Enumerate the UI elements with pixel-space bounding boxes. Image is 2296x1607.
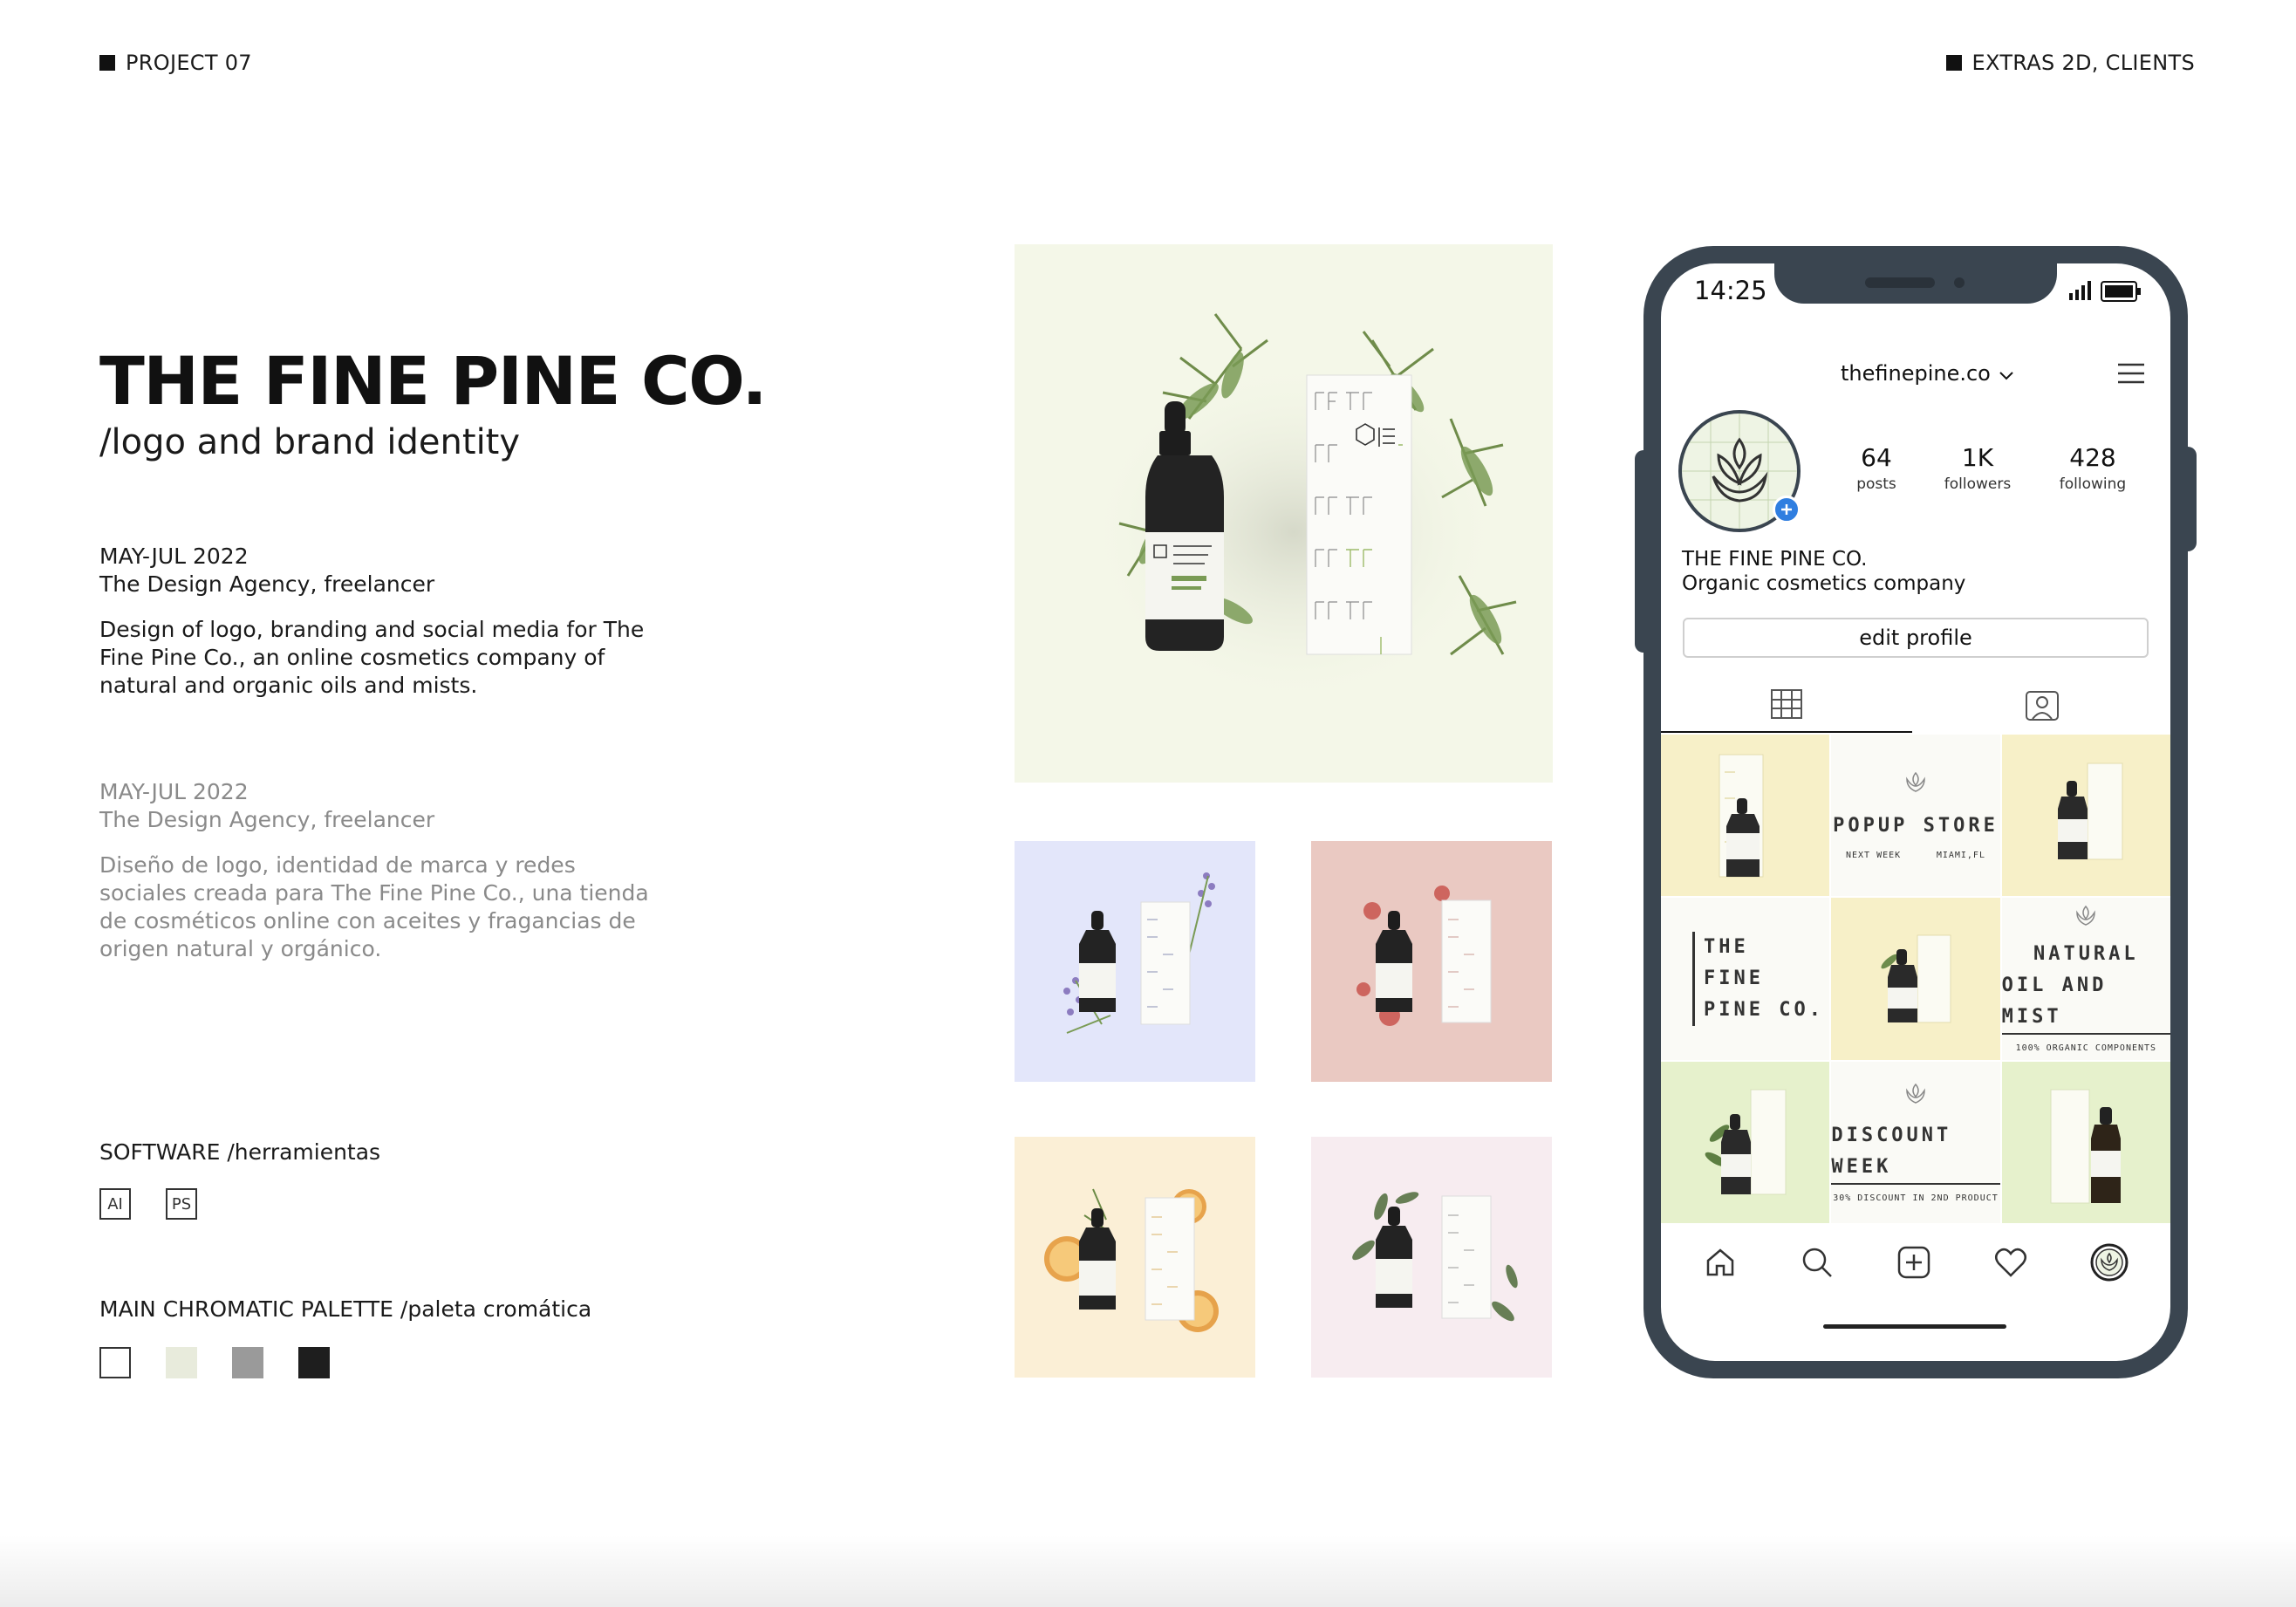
status-bar-time: 14:25 <box>1694 276 1767 305</box>
menu-icon[interactable] <box>2116 361 2146 389</box>
add-story-icon[interactable] <box>1773 496 1801 523</box>
phone-notch <box>1774 262 2057 304</box>
swatch-gray <box>232 1347 263 1378</box>
swatch-black <box>298 1347 330 1378</box>
popup-title: POPUP STORE <box>1833 815 1999 838</box>
swatch-white <box>99 1347 131 1378</box>
stat-posts[interactable]: 64 posts <box>1828 443 1924 493</box>
active-tab-indicator <box>1661 731 1912 733</box>
stat-followers-value: 1K <box>1961 443 1994 472</box>
tagged-tab-icon[interactable] <box>2026 691 2059 724</box>
stat-posts-label: posts <box>1856 475 1896 493</box>
spanish-description-block: MAY-JUL 2022 The Design Agency, freelanc… <box>99 778 658 963</box>
brand-line-3: PINE CO. <box>1704 998 1824 1021</box>
leaf-logo-icon <box>2074 904 2098 932</box>
discount-title: DISCOUNT WEEK <box>1831 1120 2000 1185</box>
leaf-logo-icon <box>1903 1082 1928 1110</box>
spanish-description: Diseño de logo, identidad de marca y red… <box>99 852 649 961</box>
natural-line-2: OIL AND MIST <box>2001 970 2170 1036</box>
heart-icon[interactable] <box>1993 1245 2028 1283</box>
natural-line-1: NATURAL <box>2033 943 2139 966</box>
home-icon[interactable] <box>1703 1245 1738 1283</box>
post-tile[interactable] <box>2001 1061 2170 1223</box>
english-dates: MAY-JUL 2022 <box>99 544 249 569</box>
grid-tab-icon[interactable] <box>1771 689 1802 722</box>
product-photo-orange <box>1015 1137 1255 1378</box>
post-tile[interactable] <box>1661 735 1830 897</box>
stat-following-label: following <box>2059 475 2127 493</box>
profile-handle: thefinepine.co <box>1841 361 1991 386</box>
popup-details: NEXT WEEK MIAMI,FL <box>1846 851 1985 860</box>
product-photo-herbs <box>1311 1137 1552 1378</box>
bottom-nav <box>1661 1234 2170 1295</box>
product-photo-main <box>1015 244 1553 783</box>
english-description-block: MAY-JUL 2022 The Design Agency, freelanc… <box>99 543 658 700</box>
section-label: EXTRAS 2D, CLIENTS <box>1945 51 2195 75</box>
brand-line-2: FINE <box>1704 967 1764 989</box>
stat-following[interactable]: 428 following <box>2045 443 2141 493</box>
profile-tab-avatar-icon[interactable] <box>2090 1243 2129 1285</box>
page-bottom-edge <box>0 1535 2296 1607</box>
add-post-icon[interactable] <box>1896 1245 1931 1283</box>
project-title: THE FINE PINE CO. <box>99 342 768 420</box>
search-icon[interactable] <box>1800 1245 1835 1283</box>
square-bullet-icon <box>99 55 115 71</box>
palette-label: MAIN CHROMATIC PALETTE /paleta cromática <box>99 1296 592 1322</box>
post-tile-brand[interactable]: THE FINE PINE CO. <box>1661 898 1830 1060</box>
post-tile-natural-oil[interactable]: NATURAL OIL AND MIST 100% ORGANIC COMPON… <box>2001 898 2170 1060</box>
home-indicator <box>1823 1324 2006 1329</box>
leaf-logo-icon <box>1903 770 1928 798</box>
brand-line-1: THE <box>1704 935 1749 958</box>
illustrator-badge: AI <box>99 1188 131 1220</box>
bio-name: THE FINE PINE CO. <box>1682 548 1868 571</box>
product-photo-lavender <box>1015 841 1255 1082</box>
project-subtitle: /logo and brand identity <box>99 422 521 462</box>
project-number-label: PROJECT 07 <box>126 51 252 75</box>
spanish-role: The Design Agency, freelancer <box>99 807 435 832</box>
stat-followers-label: followers <box>1944 475 2012 493</box>
color-palette <box>99 1347 330 1378</box>
english-role: The Design Agency, freelancer <box>99 571 435 597</box>
photoshop-badge: PS <box>166 1188 197 1220</box>
natural-subtitle: 100% ORGANIC COMPONENTS <box>2015 1043 2157 1054</box>
post-tile-discount[interactable]: DISCOUNT WEEK 30% DISCOUNT IN 2ND PRODUC… <box>1831 1061 2000 1223</box>
popup-when: NEXT WEEK <box>1845 851 1902 861</box>
english-description: Design of logo, branding and social medi… <box>99 617 645 698</box>
section-label-text: EXTRAS 2D, CLIENTS <box>1971 51 2195 75</box>
post-tile[interactable] <box>2001 735 2170 897</box>
project-number: PROJECT 07 <box>99 51 252 75</box>
post-tile[interactable] <box>1661 1061 1830 1223</box>
popup-where: MIAMI,FL <box>1936 851 1985 861</box>
post-tile-popup-store[interactable]: POPUP STORE NEXT WEEK MIAMI,FL <box>1831 735 2000 897</box>
battery-icon <box>2101 281 2142 305</box>
product-photo-rose <box>1311 841 1552 1082</box>
spanish-dates: MAY-JUL 2022 <box>99 779 249 804</box>
software-label: SOFTWARE /herramientas <box>99 1139 381 1165</box>
square-bullet-icon <box>1945 55 1962 71</box>
stat-following-value: 428 <box>2069 443 2116 472</box>
signal-icon <box>2069 279 2095 304</box>
stat-posts-value: 64 <box>1861 443 1892 472</box>
discount-subtitle: 30% DISCOUNT IN 2ND PRODUCT <box>1833 1193 1999 1203</box>
profile-handle-dropdown[interactable]: thefinepine.co <box>1841 361 2013 386</box>
software-list: AI PS <box>99 1188 197 1220</box>
chevron-down-icon <box>1999 361 2013 386</box>
bio-description: Organic cosmetics company <box>1682 572 1966 595</box>
post-tile[interactable] <box>1831 898 2000 1060</box>
edit-profile-button[interactable]: edit profile <box>1683 618 2149 658</box>
brand-wordmark: THE FINE PINE CO. <box>1692 931 1824 1026</box>
swatch-light-green <box>166 1347 197 1378</box>
stat-followers[interactable]: 1K followers <box>1930 443 2026 493</box>
posts-grid: POPUP STORE NEXT WEEK MIAMI,FL THE FINE … <box>1661 735 2170 1223</box>
